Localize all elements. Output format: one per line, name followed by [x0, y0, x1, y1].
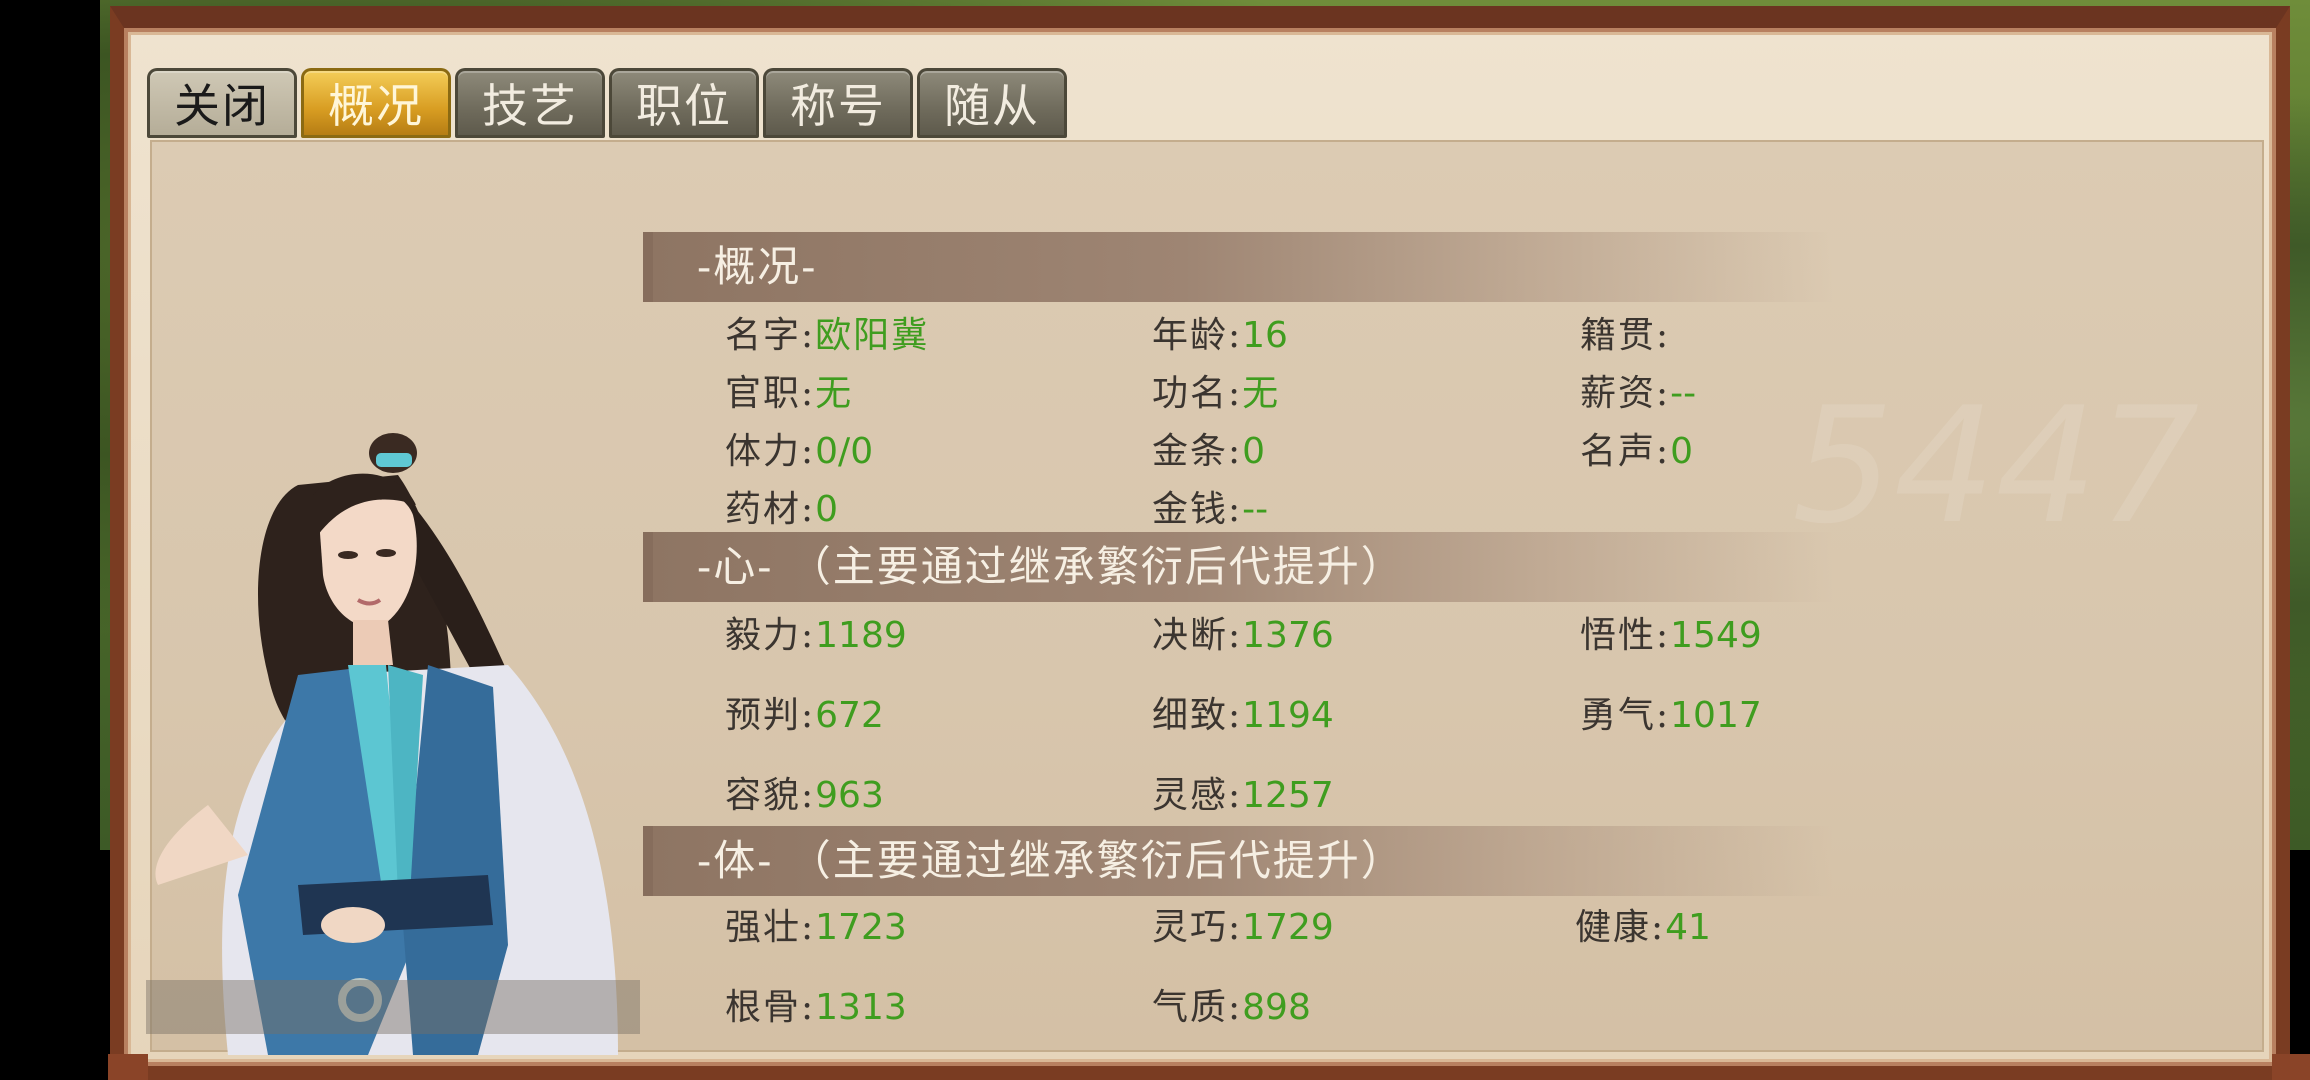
- stat-jueduan: 决断:1376: [1152, 615, 1334, 656]
- stat-wuxing: 悟性:1549: [1580, 615, 1762, 656]
- tab-close[interactable]: 关闭: [147, 68, 297, 138]
- stat-gold-bar: 金条:0: [1152, 431, 1266, 472]
- portrait-footer-bar: [146, 980, 640, 1034]
- stat-gengu: 根骨:1313: [725, 987, 907, 1028]
- tab-position[interactable]: 职位: [609, 68, 759, 138]
- watermark: 5447: [1792, 372, 2200, 559]
- stat-rongmao: 容貌:963: [725, 775, 884, 816]
- tab-overview[interactable]: 概况: [301, 68, 451, 138]
- stat-salary: 薪资:--: [1580, 373, 1697, 414]
- stat-qiangzhuang: 强壮:1723: [725, 907, 907, 948]
- stat-yongqi: 勇气:1017: [1580, 695, 1762, 736]
- overview-section-header: -概况-: [643, 232, 1833, 302]
- stat-age: 年龄:16: [1152, 315, 1288, 356]
- tab-bar: 关闭 概况 技艺 职位 称号 随从: [147, 68, 1067, 138]
- stat-yupan: 预判:672: [725, 695, 884, 736]
- character-portrait: [155, 433, 618, 1055]
- left-letterbox: [0, 0, 104, 850]
- stat-yili: 毅力:1189: [725, 615, 907, 656]
- stat-stamina: 体力:0/0: [725, 431, 874, 472]
- tab-skills[interactable]: 技艺: [455, 68, 605, 138]
- stat-fame: 名声:0: [1580, 431, 1694, 472]
- mind-section-header: -心- （主要通过继承繁衍后代提升）: [643, 532, 1833, 602]
- stat-money: 金钱:--: [1152, 489, 1269, 530]
- tab-title[interactable]: 称号: [763, 68, 913, 138]
- stat-office: 官职:无: [725, 373, 854, 414]
- frame-cap-left: [108, 1054, 148, 1080]
- stat-herb: 药材:0: [725, 489, 839, 530]
- stat-qizhi: 气质:898: [1152, 987, 1311, 1028]
- stat-name: 名字:欧阳冀: [725, 315, 930, 356]
- stat-lingqiao: 灵巧:1729: [1152, 907, 1334, 948]
- stat-jiankang: 健康:41: [1575, 907, 1711, 948]
- body-section-header: -体- （主要通过继承繁衍后代提升）: [643, 826, 1833, 896]
- stat-linggan: 灵感:1257: [1152, 775, 1334, 816]
- tab-followers[interactable]: 随从: [917, 68, 1067, 138]
- frame-cap-right: [2272, 1054, 2310, 1080]
- stat-xizhi: 细致:1194: [1152, 695, 1334, 736]
- stat-rank: 功名:无: [1152, 373, 1281, 414]
- stat-origin: 籍贯:: [1580, 315, 1671, 356]
